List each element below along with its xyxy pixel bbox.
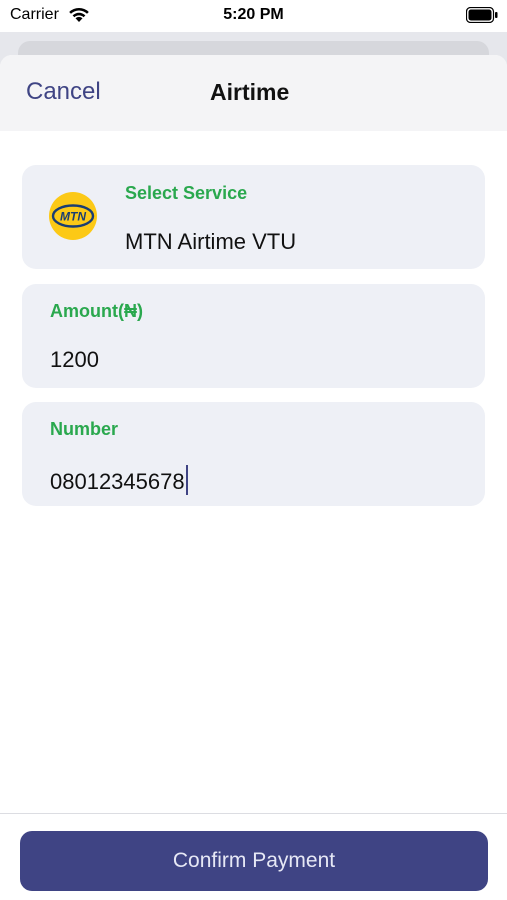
select-service-field[interactable]: MTN Select Service MTN Airtime VTU: [22, 165, 485, 269]
amount-label: Amount(₦): [50, 301, 143, 321]
page-title: Airtime: [210, 79, 290, 105]
confirm-payment-button[interactable]: Confirm Payment: [20, 831, 488, 891]
nav-bar: Cancel Airtime: [0, 55, 507, 131]
status-time: 5:20 PM: [223, 6, 284, 23]
mtn-logo-text: MTN: [60, 210, 86, 224]
number-label: Number: [50, 419, 119, 439]
number-input-value: 08012345678: [50, 469, 185, 494]
text-caret: [185, 465, 188, 495]
number-input[interactable]: 08012345678: [50, 465, 188, 495]
status-bar: Carrier 5:20 PM: [0, 0, 507, 32]
bottom-action-bar: Confirm Payment: [0, 813, 507, 900]
number-field-card: Number 08012345678: [22, 402, 485, 506]
cancel-button[interactable]: Cancel: [26, 78, 101, 106]
select-service-value: MTN Airtime VTU: [125, 229, 297, 254]
airtime-sheet: Cancel Airtime MTN Select Service MTN Ai…: [0, 55, 507, 900]
mtn-logo-icon: MTN: [49, 192, 97, 240]
amount-field-card: Amount(₦) 1200: [22, 284, 485, 388]
battery-icon: [466, 7, 498, 23]
select-service-label: Select Service: [125, 183, 248, 203]
amount-input[interactable]: 1200: [50, 347, 99, 373]
